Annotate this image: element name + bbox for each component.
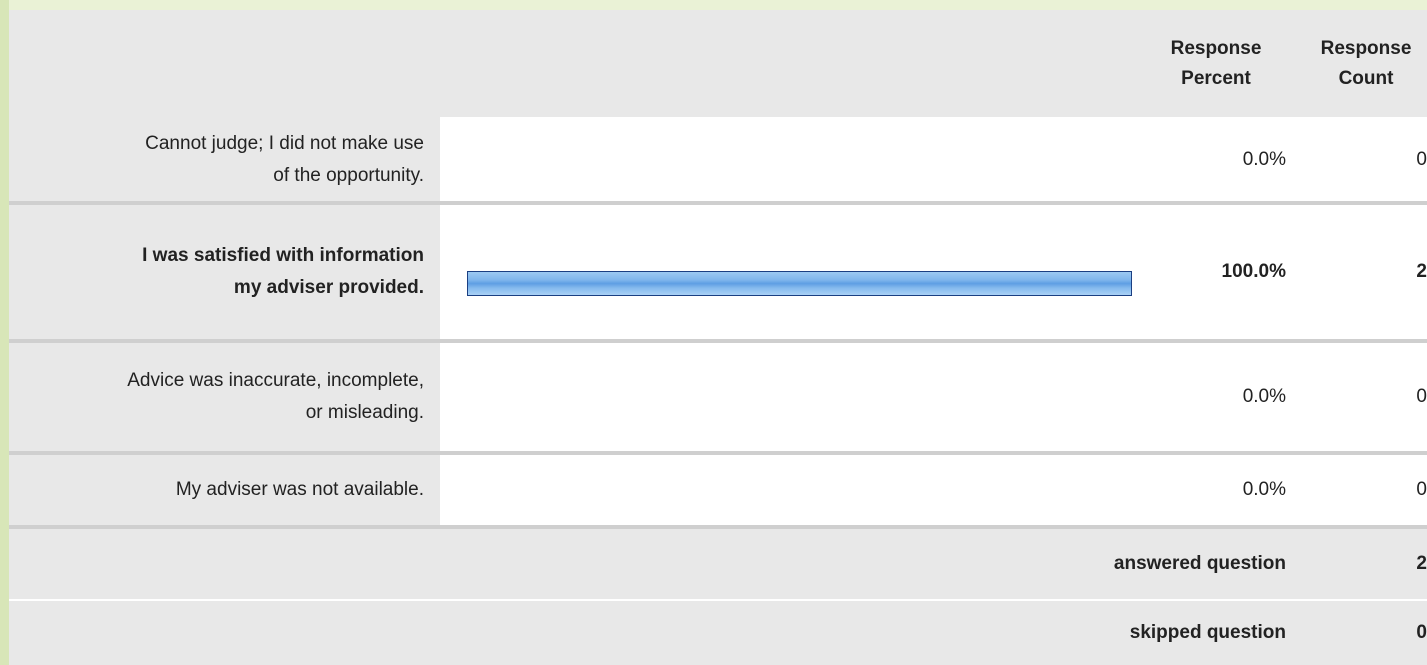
skipped-question-label: skipped question [1129, 622, 1286, 643]
answer-label-cell: Advice was inaccurate, incomplete, or mi… [9, 343, 440, 451]
header-line: Count [1338, 68, 1394, 89]
answer-label-line: Advice was inaccurate, incomplete, [127, 370, 424, 391]
response-percent: 0.0% [1242, 149, 1286, 170]
response-percent-header: Response Percent [1136, 34, 1296, 94]
header-line: Response [1320, 38, 1412, 59]
answer-label-cell: My adviser was not available. [9, 455, 440, 525]
answer-label-line: of the opportunity. [273, 165, 424, 186]
answer-label-line: I was satisfied with information [142, 245, 424, 266]
answered-question-count: 2 [1416, 553, 1427, 574]
answered-question-row: answered question 2 [9, 529, 1427, 599]
answer-label-cell: Cannot judge; I did not make use of the … [9, 117, 440, 203]
response-percent: 100.0% [1221, 261, 1286, 282]
answer-label: Advice was inaccurate, incomplete, or mi… [19, 365, 424, 429]
response-count: 2 [1416, 261, 1427, 282]
answer-label: My adviser was not available. [19, 474, 424, 506]
response-percent: 0.0% [1242, 386, 1286, 407]
table-row: Cannot judge; I did not make use of the … [9, 117, 1427, 203]
answer-label-line: my adviser provided. [233, 277, 424, 298]
survey-results-panel: Response Percent Response Count Cannot j… [0, 0, 1427, 665]
response-bar [467, 271, 1132, 296]
table-row: My adviser was not available. 0.0% 0 [9, 455, 1427, 525]
answer-label: I was satisfied with information my advi… [19, 240, 424, 304]
table-row: Advice was inaccurate, incomplete, or mi… [9, 343, 1427, 451]
answer-label: Cannot judge; I did not make use of the … [19, 128, 424, 192]
response-count: 0 [1416, 479, 1427, 500]
answer-label-line: Cannot judge; I did not make use [145, 133, 424, 154]
response-percent: 0.0% [1242, 479, 1286, 500]
table-row: I was satisfied with information my advi… [9, 205, 1427, 339]
answer-label-line: My adviser was not available. [175, 479, 424, 500]
table-header: Response Percent Response Count [9, 10, 1427, 117]
response-count: 0 [1416, 386, 1427, 407]
header-line: Percent [1181, 68, 1251, 89]
skipped-question-count: 0 [1416, 622, 1427, 643]
header-line: Response [1170, 38, 1262, 59]
response-count-header: Response Count [1296, 34, 1427, 94]
skipped-question-row: skipped question 0 [9, 601, 1427, 665]
answered-question-label: answered question [1113, 553, 1286, 574]
answer-label-line: or misleading. [305, 402, 424, 423]
response-count: 0 [1416, 149, 1427, 170]
answer-label-cell: I was satisfied with information my advi… [9, 205, 440, 339]
